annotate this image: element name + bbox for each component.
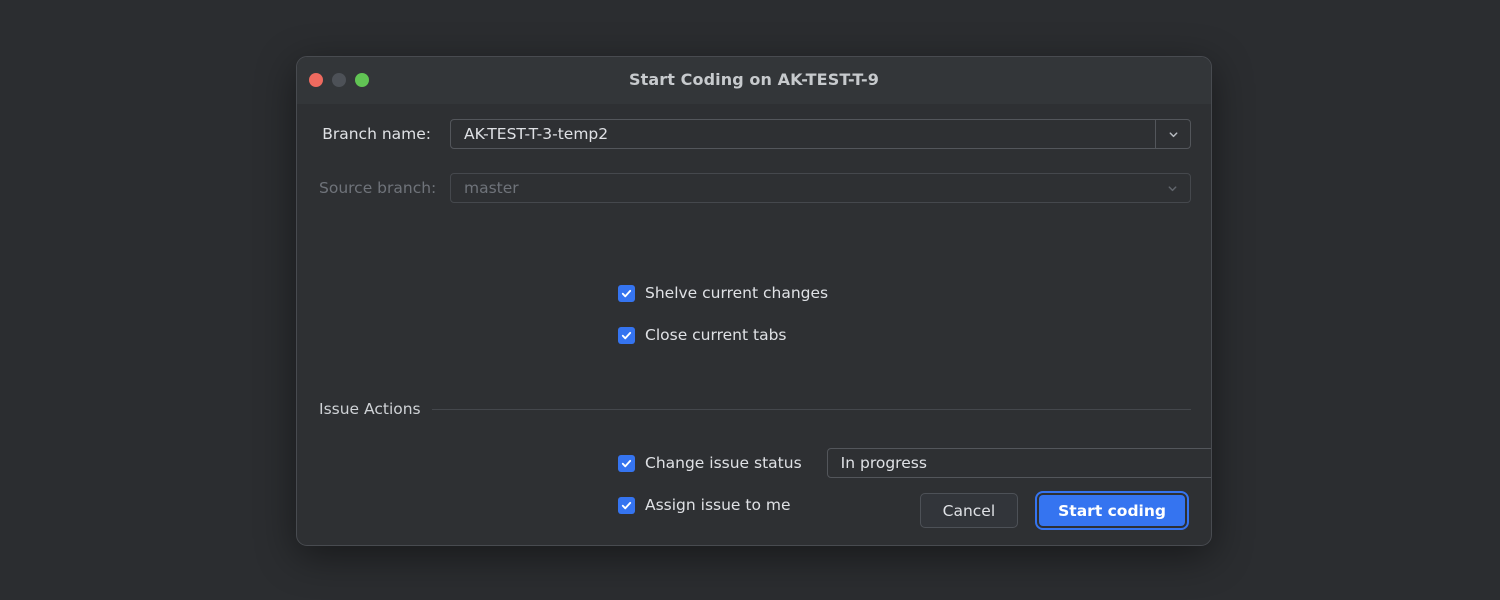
assign-issue-checkbox-row[interactable]: Assign issue to me: [618, 496, 791, 514]
cancel-button[interactable]: Cancel: [919, 493, 1019, 528]
check-icon: [621, 289, 632, 297]
shelve-changes-label: Shelve current changes: [645, 284, 829, 302]
source-branch-combo: master: [450, 173, 1191, 203]
assign-issue-checkbox[interactable]: [618, 496, 635, 514]
dialog-footer-buttons: Cancel Start coding: [919, 491, 1189, 530]
assign-issue-label: Assign issue to me: [645, 496, 791, 514]
shelve-changes-checkbox[interactable]: [618, 284, 635, 302]
branch-name-input[interactable]: AK-TEST-T-3-temp2: [451, 120, 1155, 148]
close-tabs-checkbox[interactable]: [618, 326, 635, 344]
issue-status-dropdown[interactable]: In progress: [826, 448, 1211, 478]
branch-name-dropdown-button[interactable]: [1155, 120, 1190, 148]
dialog-body: Branch name: AK-TEST-T-3-temp2 Source br…: [297, 104, 1211, 545]
check-icon: [621, 459, 632, 467]
change-issue-status-row: Change issue status In progress: [618, 448, 1211, 478]
source-branch-label: Source branch:: [319, 179, 437, 197]
check-icon: [621, 501, 632, 509]
dialog-title: Start Coding on AK-TEST-T-9: [628, 70, 880, 89]
close-tabs-checkbox-row[interactable]: Close current tabs: [618, 326, 786, 344]
issue-status-value: In progress: [840, 454, 927, 472]
dialog-titlebar: Start Coding on AK-TEST-T-9: [297, 57, 1211, 104]
start-coding-focus-ring: Start coding: [1035, 491, 1189, 530]
branch-name-combo[interactable]: AK-TEST-T-3-temp2: [450, 119, 1191, 149]
chevron-down-icon: [1169, 131, 1177, 137]
issue-actions-group-header: Issue Actions: [319, 400, 1191, 418]
issue-actions-title: Issue Actions: [319, 400, 421, 418]
group-separator-line: [431, 408, 1191, 410]
change-issue-status-checkbox-row[interactable]: Change issue status: [618, 454, 802, 472]
branch-name-row: Branch name: AK-TEST-T-3-temp2: [319, 119, 1191, 149]
check-icon: [621, 331, 632, 339]
source-branch-row: Source branch: master: [319, 173, 1191, 203]
change-issue-status-checkbox[interactable]: [618, 454, 635, 472]
shelve-changes-checkbox-row[interactable]: Shelve current changes: [618, 284, 828, 302]
chevron-down-icon: [1168, 185, 1176, 191]
source-branch-dropdown-button: [1154, 174, 1190, 202]
source-branch-value: master: [464, 179, 519, 197]
change-issue-status-label: Change issue status: [645, 454, 802, 472]
branch-name-label: Branch name:: [322, 125, 431, 143]
start-coding-button[interactable]: Start coding: [1039, 495, 1185, 526]
start-coding-dialog: Start Coding on AK-TEST-T-9 Branch name:…: [296, 56, 1212, 546]
close-tabs-label: Close current tabs: [645, 326, 787, 344]
